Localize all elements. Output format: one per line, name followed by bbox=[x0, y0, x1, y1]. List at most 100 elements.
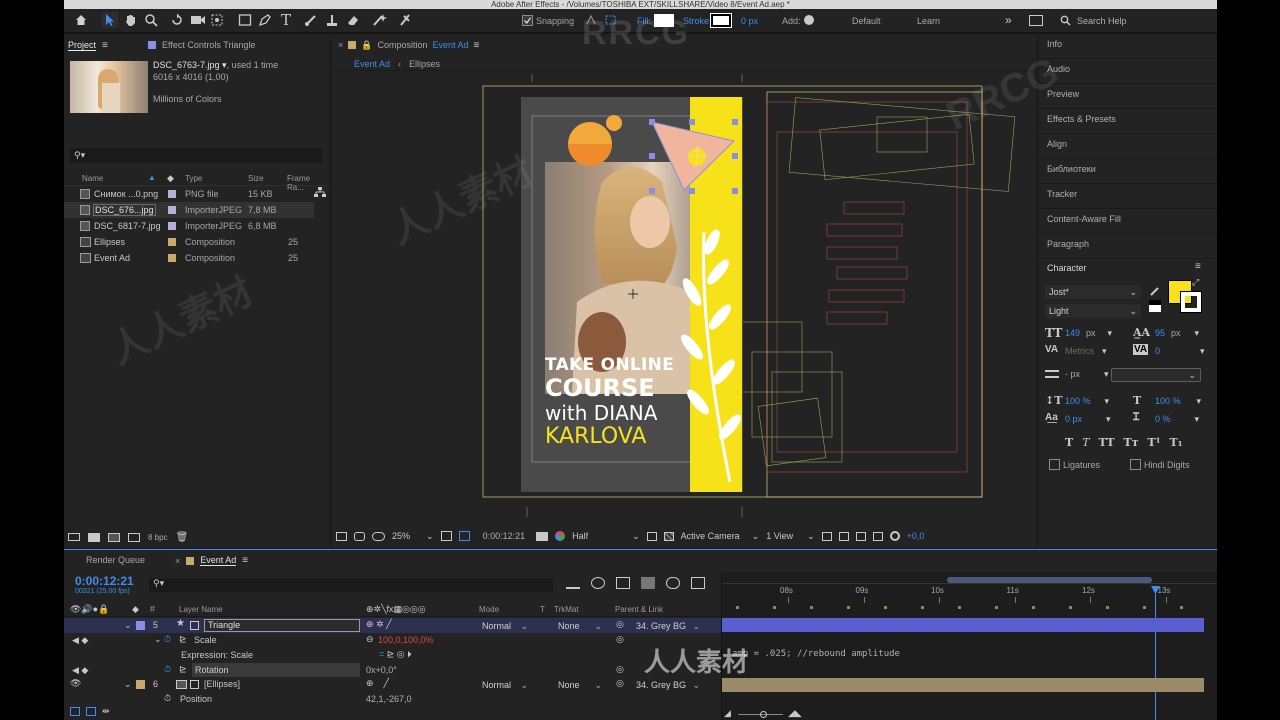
selection-tool-icon[interactable] bbox=[102, 12, 118, 28]
graph-editor-icon[interactable] bbox=[691, 577, 705, 589]
project-item[interactable]: Ellipses Composition 25 bbox=[64, 234, 314, 250]
stroke-color-swatch[interactable] bbox=[1180, 291, 1202, 313]
expression-controls[interactable]: = ⊵ ◎ ⏵ bbox=[379, 649, 412, 660]
right-panel-item[interactable]: Paragraph bbox=[1039, 235, 1217, 259]
right-panel-item[interactable]: Content-Aware Fill bbox=[1039, 210, 1217, 234]
col-type[interactable]: Type bbox=[185, 174, 202, 183]
swap-colors-icon[interactable]: ⤢ bbox=[1192, 277, 1199, 288]
puppet-tool-icon[interactable] bbox=[398, 13, 412, 27]
layer-label-color[interactable] bbox=[136, 680, 145, 689]
panel-menu-icon[interactable]: ≡ bbox=[474, 40, 480, 51]
shy-layers-icon[interactable] bbox=[616, 577, 630, 589]
eraser-tool-icon[interactable] bbox=[346, 13, 360, 27]
transparency-grid-icon[interactable] bbox=[663, 531, 674, 541]
breadcrumb-current[interactable]: Event Ad bbox=[354, 59, 390, 69]
rotate-tool-icon[interactable] bbox=[170, 13, 184, 27]
time-navigator[interactable] bbox=[722, 576, 1217, 584]
zoom-tool-icon[interactable] bbox=[144, 13, 158, 27]
all-caps-button[interactable]: TT bbox=[1099, 436, 1115, 449]
project-item[interactable]: DSC_676...jpg ImporterJPEG 7,8 MB bbox=[64, 202, 314, 218]
right-panel-item[interactable]: Info bbox=[1039, 35, 1217, 59]
bit-depth-label[interactable]: 8 bpc bbox=[148, 533, 168, 542]
keyframe-marker[interactable] bbox=[810, 606, 813, 609]
resolution-dropdown[interactable]: Half ⌄ bbox=[572, 531, 640, 542]
reset-exposure-icon[interactable] bbox=[889, 531, 900, 541]
trkmat-header[interactable]: TrkMat bbox=[554, 605, 579, 614]
property-row-expression[interactable]: Expression: Scale = ⊵ ◎ ⏵ bbox=[64, 648, 721, 663]
trash-icon[interactable]: 🗑 bbox=[176, 532, 189, 543]
property-expand-arrow-icon[interactable]: ⌄ bbox=[154, 634, 162, 645]
small-caps-button[interactable]: Tт bbox=[1124, 436, 1139, 449]
views-dropdown[interactable]: 1 View ⌄ bbox=[766, 531, 814, 542]
interpret-footage-icon[interactable] bbox=[68, 533, 80, 541]
baseline-shift-field[interactable]: 0 px ▾ bbox=[1065, 414, 1111, 425]
timeline-timecode[interactable]: 0:00:12:21 bbox=[75, 574, 134, 588]
snapshot-camera-icon[interactable] bbox=[536, 531, 549, 541]
horizontal-scale-field[interactable]: 100 % ▾ bbox=[1155, 396, 1201, 407]
zoom-out-icon[interactable]: ◢ bbox=[724, 708, 731, 719]
motion-blur-icon[interactable] bbox=[666, 577, 680, 589]
timeline-graph-area[interactable]: 08s 09s 10s 11s 12s 13s amp = .025; //rebound… bbox=[721, 572, 1217, 720]
more-workspaces-icon[interactable]: » bbox=[1005, 13, 1012, 27]
fast-draft-icon[interactable] bbox=[838, 531, 849, 541]
eyedropper-icon[interactable] bbox=[1149, 285, 1161, 297]
project-search-field[interactable]: ⚲▾ bbox=[70, 148, 322, 163]
keyframe-marker[interactable] bbox=[958, 606, 961, 609]
stroke-style-dropdown[interactable]: ⌄ bbox=[1111, 368, 1201, 382]
zoom-dropdown[interactable]: 25% ⌄ bbox=[392, 531, 434, 542]
transfer-controls-toggle-icon[interactable] bbox=[86, 707, 96, 716]
ligatures-checkbox[interactable] bbox=[1049, 459, 1060, 470]
keyframe-nav-icon[interactable]: ◀ ◆ bbox=[72, 665, 88, 676]
pick-whip-icon[interactable]: ◎ bbox=[616, 664, 624, 675]
zoom-slider[interactable]: ◢ ◢◣ bbox=[722, 708, 1217, 720]
right-panel-item[interactable]: Audio bbox=[1039, 60, 1217, 84]
property-row-position[interactable]: ⏱ Position 42,1,-267,0 bbox=[64, 692, 721, 707]
leading-field[interactable]: 95 px ▾ bbox=[1155, 328, 1199, 339]
stroke-width-value[interactable]: 0 px bbox=[741, 16, 758, 26]
snapping-checkbox[interactable] bbox=[522, 15, 533, 26]
property-row-scale[interactable]: ◀ ◆ ⌄ ⏱ ⊵ Scale ⊖ 100,0,100,0% ◎ bbox=[64, 633, 721, 648]
project-item[interactable]: Event Ad Composition 25 bbox=[64, 250, 314, 266]
pick-whip-icon[interactable]: ◎ bbox=[616, 634, 624, 645]
timeline-comp-tab[interactable]: × Event Ad ≡ bbox=[175, 555, 248, 566]
parent-dropdown[interactable]: 34. Grey BG ⌄ bbox=[632, 619, 704, 633]
parent-header[interactable]: Parent & Link bbox=[615, 605, 663, 614]
trkmat-dropdown[interactable]: None ⌄ bbox=[554, 678, 606, 692]
composition-mini-flowchart-icon[interactable] bbox=[566, 577, 580, 589]
parent-dropdown[interactable]: 34. Grey BG ⌄ bbox=[632, 678, 704, 692]
right-panel-item[interactable]: Preview bbox=[1039, 85, 1217, 109]
toggle-pixel-aspect-icon[interactable] bbox=[821, 531, 832, 541]
layer-row-triangle[interactable]: ⌄ 5 ★ Triangle ⊕ ✲ ╱ Normal ⌄ None ⌄ ◎ 3… bbox=[64, 618, 721, 633]
in-out-toggle-icon[interactable]: ⇹ bbox=[102, 707, 112, 716]
view-options-icon[interactable] bbox=[372, 531, 385, 541]
timeline-icon[interactable] bbox=[872, 531, 883, 541]
scale-value[interactable]: 100,0,100,0% bbox=[378, 635, 434, 645]
zoom-in-icon[interactable]: ◢◣ bbox=[788, 708, 802, 719]
mode-dropdown[interactable]: Normal ⌄ bbox=[478, 678, 532, 692]
grid-guide-icon[interactable] bbox=[440, 531, 452, 541]
faux-italic-button[interactable]: T bbox=[1082, 436, 1089, 449]
pick-whip-icon[interactable]: ◎ bbox=[616, 678, 624, 689]
stopwatch-icon[interactable]: ⏱ bbox=[164, 693, 171, 704]
camera-tool-icon[interactable] bbox=[190, 14, 206, 26]
layer-expand-arrow-icon[interactable]: ⌄ bbox=[124, 679, 132, 690]
keyframe-marker[interactable] bbox=[1180, 606, 1183, 609]
font-style-dropdown[interactable]: Light ⌄ bbox=[1045, 304, 1141, 318]
col-name[interactable]: Name bbox=[82, 174, 103, 183]
panel-menu-icon[interactable]: ≡ bbox=[242, 555, 248, 566]
panel-menu-icon[interactable]: ≡ bbox=[1195, 261, 1201, 272]
draft-3d-icon[interactable] bbox=[591, 577, 605, 589]
stopwatch-icon[interactable]: ⏱ bbox=[164, 664, 171, 675]
close-icon[interactable]: × bbox=[338, 40, 343, 50]
keyframe-marker[interactable] bbox=[1032, 606, 1035, 609]
project-item[interactable]: DSC_6817-7.jpg ImporterJPEG 6,8 MB bbox=[64, 218, 314, 234]
keyframe-marker[interactable] bbox=[995, 606, 998, 609]
stroke-swatch[interactable] bbox=[710, 13, 732, 28]
hindi-digits-checkbox[interactable] bbox=[1130, 459, 1141, 470]
pen-tool-icon[interactable] bbox=[258, 13, 272, 27]
graph-icon[interactable]: ⊵ bbox=[179, 634, 187, 645]
region-of-interest-icon[interactable] bbox=[646, 531, 657, 541]
kerning-field[interactable]: Metrics ▾ bbox=[1065, 346, 1107, 357]
lock-icon[interactable]: 🔒 bbox=[361, 40, 372, 51]
visibility-eye-icon[interactable]: 👁 bbox=[70, 678, 81, 689]
